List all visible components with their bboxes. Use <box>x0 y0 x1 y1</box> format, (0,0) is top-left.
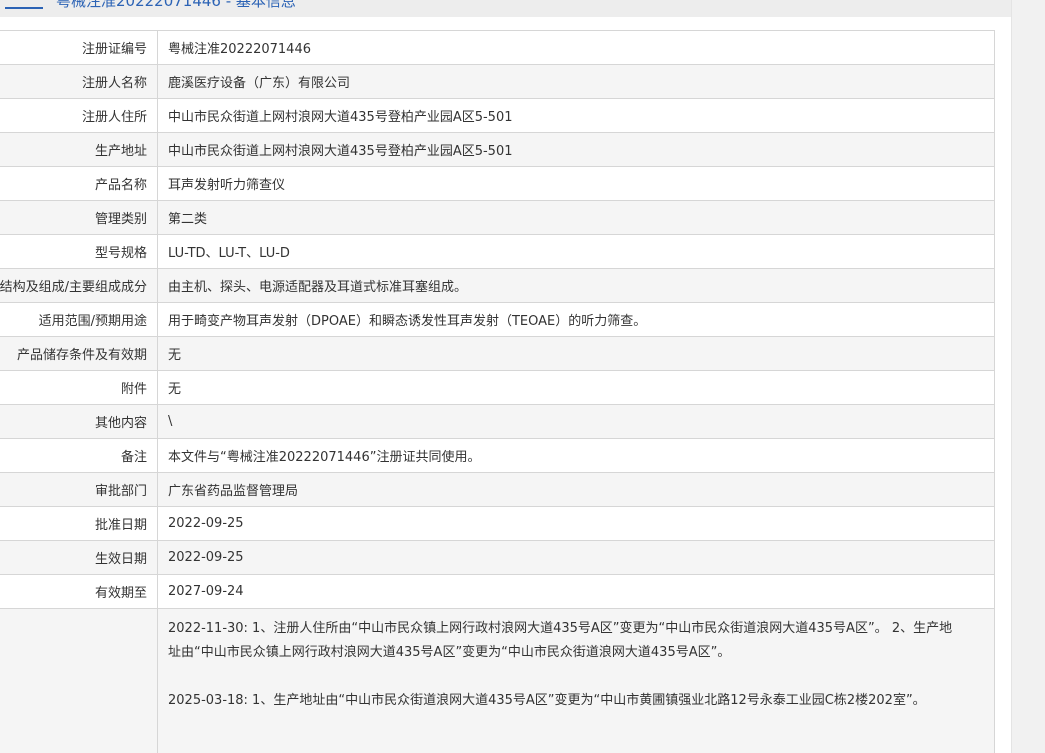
header-accent-bar <box>5 7 43 9</box>
row-label: 适用范围/预期用途 <box>0 302 158 337</box>
row-label: 备注 <box>0 438 158 473</box>
table-row: 注册人住所 中山市民众街道上网村浪网大道435号登柏产业园A区5-501 <box>0 98 995 133</box>
row-value: 第二类 <box>157 200 995 235</box>
row-label: 其他内容 <box>0 404 158 439</box>
row-value: \ <box>157 404 995 439</box>
row-value: 中山市民众街道上网村浪网大道435号登柏产业园A区5-501 <box>157 98 995 133</box>
row-value: 2022-09-25 <box>157 506 995 541</box>
row-value: 中山市民众街道上网村浪网大道435号登柏产业园A区5-501 <box>157 132 995 167</box>
row-label: 产品名称 <box>0 166 158 201</box>
table-row: 产品储存条件及有效期 无 <box>0 336 995 371</box>
row-label: 生产地址 <box>0 132 158 167</box>
section-header: 粤械注准20222071446 - 基本信息 <box>0 0 1012 17</box>
row-value: 无 <box>157 370 995 405</box>
row-label: 管理类别 <box>0 200 158 235</box>
info-table-container: 注册证编号 粤械注准20222071446 注册人名称 鹿溪医疗设备（广东）有限… <box>0 30 995 753</box>
row-value: LU-TD、LU-T、LU-D <box>157 234 995 269</box>
row-value: 耳声发射听力筛查仪 <box>157 166 995 201</box>
change-entry: 2022-11-30: 1、注册人住所由“中山市民众镇上网行政村浪网大道435号… <box>168 621 953 660</box>
registration-info-table: 注册证编号 粤械注准20222071446 注册人名称 鹿溪医疗设备（广东）有限… <box>0 30 995 753</box>
row-value: 广东省药品监督管理局 <box>157 472 995 507</box>
change-history-value: 2022-11-30: 1、注册人住所由“中山市民众镇上网行政村浪网大道435号… <box>157 608 995 753</box>
change-history-label <box>0 608 158 753</box>
row-label: 注册证编号 <box>0 30 158 65</box>
row-value: 粤械注准20222071446 <box>157 30 995 65</box>
table-row: 型号规格 LU-TD、LU-T、LU-D <box>0 234 995 269</box>
row-value: 鹿溪医疗设备（广东）有限公司 <box>157 64 995 99</box>
row-value: 由主机、探头、电源适配器及耳道式标准耳塞组成。 <box>157 268 995 303</box>
table-row: 附件 无 <box>0 370 995 405</box>
table-row: 其他内容 \ <box>0 404 995 439</box>
table-row: 批准日期 2022-09-25 <box>0 506 995 541</box>
row-value: 用于畸变产物耳声发射（DPOAE）和瞬态诱发性耳声发射（TEOAE）的听力筛查。 <box>157 302 995 337</box>
change-entry: 2025-03-18: 1、生产地址由“中山市民众街道浪网大道435号A区”变更… <box>168 693 926 708</box>
table-row: 有效期至 2027-09-24 <box>0 574 995 609</box>
row-label: 批准日期 <box>0 506 158 541</box>
table-row: 审批部门 广东省药品监督管理局 <box>0 472 995 507</box>
table-row: 适用范围/预期用途 用于畸变产物耳声发射（DPOAE）和瞬态诱发性耳声发射（TE… <box>0 302 995 337</box>
row-label: 结构及组成/主要组成成分 <box>0 268 158 303</box>
row-value: 2027-09-24 <box>157 574 995 609</box>
page: 粤械注准20222071446 - 基本信息 注册证编号 粤械注准2022207… <box>0 0 1045 753</box>
row-value: 2022-09-25 <box>157 540 995 575</box>
page-scrollbar[interactable] <box>1011 0 1045 753</box>
section-title: 粤械注准20222071446 - 基本信息 <box>56 0 296 10</box>
row-value: 本文件与“粤械注准20222071446”注册证共同使用。 <box>157 438 995 473</box>
row-label: 注册人名称 <box>0 64 158 99</box>
row-label: 审批部门 <box>0 472 158 507</box>
row-label: 注册人住所 <box>0 98 158 133</box>
table-row: 注册证编号 粤械注准20222071446 <box>0 30 995 65</box>
table-row: 产品名称 耳声发射听力筛查仪 <box>0 166 995 201</box>
table-row: 备注 本文件与“粤械注准20222071446”注册证共同使用。 <box>0 438 995 473</box>
table-row: 管理类别 第二类 <box>0 200 995 235</box>
row-value: 无 <box>157 336 995 371</box>
table-row: 结构及组成/主要组成成分 由主机、探头、电源适配器及耳道式标准耳塞组成。 <box>0 268 995 303</box>
row-label: 有效期至 <box>0 574 158 609</box>
table-row: 生产地址 中山市民众街道上网村浪网大道435号登柏产业园A区5-501 <box>0 132 995 167</box>
row-label: 生效日期 <box>0 540 158 575</box>
row-label: 附件 <box>0 370 158 405</box>
row-label: 产品储存条件及有效期 <box>0 336 158 371</box>
row-label: 型号规格 <box>0 234 158 269</box>
change-history-row: 2022-11-30: 1、注册人住所由“中山市民众镇上网行政村浪网大道435号… <box>0 608 995 753</box>
table-row: 注册人名称 鹿溪医疗设备（广东）有限公司 <box>0 64 995 99</box>
change-history-list: 2022-11-30: 1、注册人住所由“中山市民众镇上网行政村浪网大道435号… <box>168 610 994 714</box>
table-row: 生效日期 2022-09-25 <box>0 540 995 575</box>
